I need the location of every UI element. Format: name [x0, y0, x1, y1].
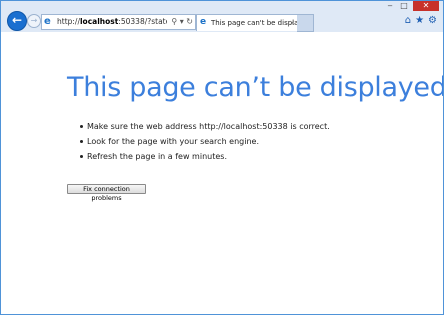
address-url[interactable]: http://localhost:50338/?state=qUDZKXJE — [57, 16, 167, 28]
minimize-button[interactable]: ‒ — [383, 1, 397, 11]
favorites-icon[interactable]: ★ — [415, 14, 424, 28]
page-content: This page can’t be displayed Make sure t… — [1, 32, 443, 314]
address-bar[interactable]: e http://localhost:50338/?state=qUDZKXJE… — [41, 14, 196, 30]
home-icon[interactable]: ⌂ — [405, 14, 411, 28]
browser-window: ‒ □ ✕ ← → e http://localhost:50338/?stat… — [0, 0, 444, 315]
ie-tab-icon: e — [200, 17, 207, 27]
window-controls: ‒ □ ✕ — [383, 1, 439, 11]
toolbar-icons: ⌂ ★ ⚙ — [405, 14, 437, 28]
tips-list: Make sure the web address http://localho… — [80, 122, 330, 167]
list-item: Make sure the web address http://localho… — [80, 122, 330, 131]
browser-chrome: ‒ □ ✕ ← → e http://localhost:50338/?stat… — [1, 1, 443, 32]
list-item: Refresh the page in a few minutes. — [80, 152, 330, 162]
fix-connection-button[interactable]: Fix connection problems — [67, 184, 146, 202]
forward-button[interactable]: → — [27, 14, 41, 28]
tab-close-icon[interactable]: × — [289, 17, 295, 29]
gear-icon[interactable]: ⚙ — [428, 14, 437, 28]
maximize-button[interactable]: □ — [397, 1, 411, 11]
close-window-button[interactable]: ✕ — [413, 1, 439, 11]
back-button[interactable]: ← — [7, 11, 27, 31]
new-tab-button[interactable] — [297, 14, 314, 32]
page-title: This page can’t be displayed — [67, 72, 444, 103]
tab-error-page[interactable]: e This page can't be displayed × — [196, 14, 311, 31]
ie-page-icon: e — [44, 16, 51, 27]
search-refresh-icons[interactable]: ⚲ ▾ ↻ — [171, 15, 193, 29]
list-item: Look for the page with your search engin… — [80, 137, 330, 147]
